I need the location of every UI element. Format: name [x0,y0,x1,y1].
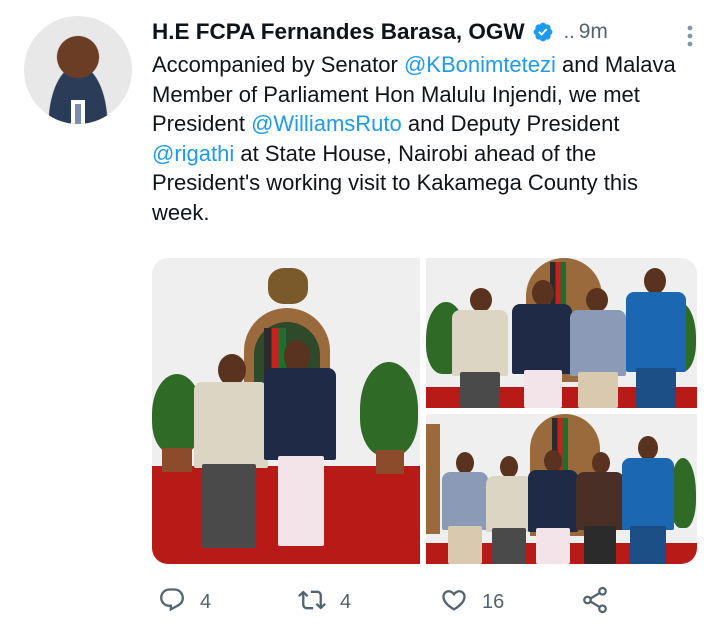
retweet-count: 4 [340,590,352,613]
person-jacket [264,368,336,460]
person-shirt [622,458,674,530]
more-vertical-icon[interactable] [680,22,700,50]
person-trousers [524,370,562,408]
pot-right [376,450,404,474]
photo-state-house-two-men[interactable] [152,258,420,564]
person-shirt [626,292,686,372]
person-head [456,452,474,474]
person-trousers [460,372,500,408]
person-jacket [442,472,488,530]
person-head [544,450,562,472]
person-jacket [194,382,268,468]
person-head [532,280,554,306]
retweet-button[interactable]: 4 [298,580,351,624]
person-head [644,268,666,294]
mention-link[interactable]: @WilliamsRuto [251,111,402,136]
pot-left [162,448,192,472]
person-jacket [512,304,572,374]
text-segment: and Deputy President [401,111,620,136]
person-head [586,288,608,312]
person-head [638,436,658,460]
person-trousers [202,464,256,548]
person-jacket [486,476,532,532]
person-trousers [492,528,526,564]
reply-button[interactable]: 4 [158,580,211,624]
person-head [500,456,518,478]
share-button[interactable] [580,580,610,624]
mention-link[interactable]: @KBonimtetezi [404,52,556,77]
author-avatar[interactable] [24,16,132,124]
door-frame [426,424,440,534]
person-jacket [576,472,624,530]
like-button[interactable]: 16 [440,580,504,624]
person-trousers [448,526,482,564]
person-trousers [584,526,616,564]
person-head [470,288,492,312]
plant-right [360,362,418,456]
photo-four-men[interactable] [426,258,697,408]
tweet-actions: 4 4 16 [152,580,622,624]
tweet-header: H.E FCPA Fernandes Barasa, OGW .. 9m [152,14,704,50]
text-segment: Accompanied by Senator [152,52,404,77]
person-trousers [636,368,676,408]
like-icon [440,586,468,619]
header-separator: .. [563,20,575,43]
mention-link[interactable]: @rigathi [152,141,234,166]
photo-five-men[interactable] [426,414,697,564]
tweet-time[interactable]: 9m [579,20,608,44]
retweet-icon [298,586,326,619]
like-count: 16 [482,590,505,613]
person-head [592,452,610,474]
person-trousers [278,456,324,546]
coat-of-arms [268,268,308,304]
person-trousers [536,528,570,564]
person-trousers [630,526,666,564]
reply-count: 4 [200,590,212,613]
reply-icon [158,586,186,619]
media-grid [152,258,697,564]
person-jacket [528,470,578,532]
person-jacket [452,310,508,376]
author-name[interactable]: H.E FCPA Fernandes Barasa, OGW [152,19,525,45]
person-jacket [570,310,626,376]
share-icon [580,585,610,620]
avatar-tie [75,104,81,124]
person-trousers [578,372,618,408]
verified-badge-icon [532,21,554,43]
tweet-text: Accompanied by Senator @KBonimtetezi and… [152,50,692,227]
